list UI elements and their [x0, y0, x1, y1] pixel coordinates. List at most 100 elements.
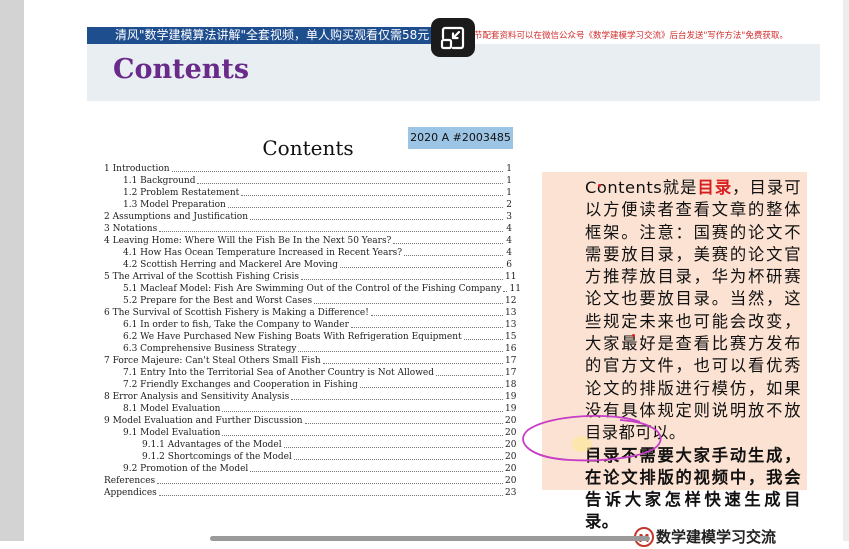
toc-page-number: 13: [505, 308, 517, 318]
toc-row: 9.2 Promotion of the Model 20: [104, 463, 517, 475]
toc-leader-dots: [222, 411, 503, 412]
toc-row: 1 Introduction 1: [104, 163, 512, 175]
toc-row: 9 Model Evaluation and Further Discussio…: [104, 415, 516, 427]
document-title: Contents: [262, 136, 354, 160]
toc-leader-dots: [157, 483, 503, 484]
toc-page-number: 12: [505, 296, 517, 306]
toc-leader-dots: [436, 375, 503, 376]
toc-page-number: 20: [505, 464, 517, 474]
toc-row: 8.1 Model Evaluation 19: [104, 403, 517, 415]
toc-row: References 20: [104, 475, 516, 487]
toc-leader-dots: [222, 435, 503, 436]
toc-entry-text: 7 Force Majeure: Can't Steal Others Smal…: [104, 356, 321, 366]
slide-title: Contents: [113, 54, 250, 85]
toc-entry-text: 9.1.2 Shortcomings of the Model: [142, 452, 292, 462]
toc-leader-dots: [322, 363, 503, 364]
toc-page-number: 20: [505, 440, 517, 450]
toc-entry-text: 8.1 Model Evaluation: [123, 404, 221, 414]
note-paragraph-1: Contents就是目录，目录可以方便读者查看文章的整体框架。注意：国赛的论文不…: [549, 177, 801, 445]
exit-pip-button[interactable]: [431, 18, 475, 57]
table-of-contents: 1 Introduction 1 1.1 Background 1 1.2 Proble…: [104, 163, 521, 499]
toc-leader-dots: [314, 303, 503, 304]
toc-row: 6.3 Comprehensive Business Strategy 16: [104, 343, 517, 355]
right-margin-strip: [843, 0, 849, 541]
note-body: ，目录可以方便读者查看文章的整体框架。注意：国赛的论文不需要放目录，美赛的论文官…: [585, 178, 801, 443]
exit-picture-in-picture-icon: [440, 26, 465, 49]
toc-row: 4.2 Scottish Herring and Mackerel Are Mo…: [104, 259, 512, 271]
toc-page-number: 19: [505, 392, 517, 402]
toc-page-number: 4: [506, 224, 512, 234]
toc-leader-dots: [241, 195, 503, 196]
toc-entry-text: 4.2 Scottish Herring and Mackerel Are Mo…: [123, 260, 338, 270]
toc-row: Appendices 23: [104, 487, 517, 499]
toc-page-number: 16: [505, 344, 517, 354]
toc-page-number: 20: [505, 452, 517, 462]
toc-page-number: 15: [505, 332, 517, 342]
video-scrollbar[interactable]: [210, 536, 650, 541]
toc-row: 1.2 Problem Restatement 1: [104, 187, 512, 199]
toc-page-number: 4: [506, 248, 512, 258]
toc-row: 7.1 Entry Into the Territorial Sea of An…: [104, 367, 516, 379]
toc-page-number: 17: [505, 356, 517, 366]
toc-row: 9.1 Model Evaluation 20: [104, 427, 516, 439]
toc-entry-text: 3 Notations: [104, 224, 158, 234]
toc-row: 3 Notations 4: [104, 223, 512, 235]
toc-leader-dots: [283, 447, 503, 448]
toc-page-number: 4: [506, 236, 512, 246]
toc-entry-text: 8 Error Analysis and Sensitivity Analysi…: [104, 392, 290, 402]
toc-leader-dots: [370, 315, 503, 316]
toc-leader-dots: [350, 327, 503, 328]
toc-page-number: 13: [505, 320, 517, 330]
left-margin-strip: [0, 0, 24, 541]
toc-leader-dots: [298, 351, 503, 352]
brand-logo: M 数学建模学习交流: [634, 526, 776, 547]
toc-row: 2 Assumptions and Justification 3: [104, 211, 512, 223]
toc-entry-text: 9 Model Evaluation and Further Discussio…: [104, 416, 303, 426]
toc-page-number: 1: [506, 164, 512, 174]
toc-entry-text: 5 The Arrival of the Scottish Fishing Cr…: [104, 272, 299, 282]
toc-entry-text: 5.1 Macleaf Model: Fish Are Swimming Out…: [123, 284, 502, 294]
toc-page-number: 18: [505, 380, 517, 390]
toc-entry-text: 4.1 How Has Ocean Temperature Increased …: [123, 248, 403, 258]
toc-entry-text: 5.2 Prepare for the Best and Worst Cases: [123, 296, 313, 306]
toc-row: 9.1.1 Advantages of the Model 20: [104, 439, 517, 451]
toc-entry-text: 6.3 Comprehensive Business Strategy: [123, 344, 297, 354]
toc-entry-text: 7.2 Friendly Exchanges and Cooperation i…: [123, 380, 358, 390]
pointer-dot: [598, 184, 601, 187]
toc-row: 1.1 Background 1: [104, 175, 512, 187]
toc-leader-dots: [301, 279, 503, 280]
toc-leader-dots: [250, 219, 503, 220]
toc-leader-dots: [197, 183, 503, 184]
toc-leader-dots: [293, 459, 503, 460]
toc-entry-text: 2 Assumptions and Justification: [104, 212, 249, 222]
toc-leader-dots: [304, 423, 503, 424]
toc-entry-text: 7.1 Entry Into the Territorial Sea of An…: [123, 368, 434, 378]
toc-row: 7 Force Majeure: Can't Steal Others Smal…: [104, 355, 517, 367]
toc-row: 4.1 How Has Ocean Temperature Increased …: [104, 247, 512, 259]
toc-entry-text: 6 The Survival of Scottish Fishery is Ma…: [104, 308, 369, 318]
toc-leader-dots: [404, 255, 503, 256]
toc-entry-text: References: [104, 476, 156, 486]
toc-entry-text: 9.1.1 Advantages of the Model: [142, 440, 282, 450]
toc-entry-text: 6.2 We Have Purchased New Fishing Boats …: [123, 332, 462, 342]
toc-row: 6 The Survival of Scottish Fishery is Ma…: [104, 307, 517, 319]
toc-entry-text: 9.2 Promotion of the Model: [123, 464, 249, 474]
toc-page-number: 3: [506, 212, 512, 222]
promo-banner: 清风"数学建模算法讲解"全套视频，单人购买观看仅需58元: [87, 27, 431, 44]
toc-page-number: 23: [505, 488, 517, 498]
toc-row: 5 The Arrival of the Scottish Fishing Cr…: [104, 271, 516, 283]
note-lead: Contents就是: [585, 178, 698, 197]
toc-leader-dots: [291, 399, 503, 400]
toc-leader-dots: [227, 207, 503, 208]
toc-page-number: 2: [506, 200, 512, 210]
toc-entry-text: Appendices: [104, 488, 157, 498]
toc-leader-dots: [503, 291, 508, 292]
toc-leader-dots: [393, 243, 503, 244]
toc-leader-dots: [159, 231, 503, 232]
brand-logo-text: 数学建模学习交流: [656, 528, 777, 546]
note-keyword: 目录: [697, 178, 733, 197]
toc-entry-text: 1 Introduction: [104, 164, 170, 174]
toc-row: 8 Error Analysis and Sensitivity Analysi…: [104, 391, 517, 403]
toc-row: 7.2 Friendly Exchanges and Cooperation i…: [104, 379, 517, 391]
toc-page-number: 19: [505, 404, 517, 414]
